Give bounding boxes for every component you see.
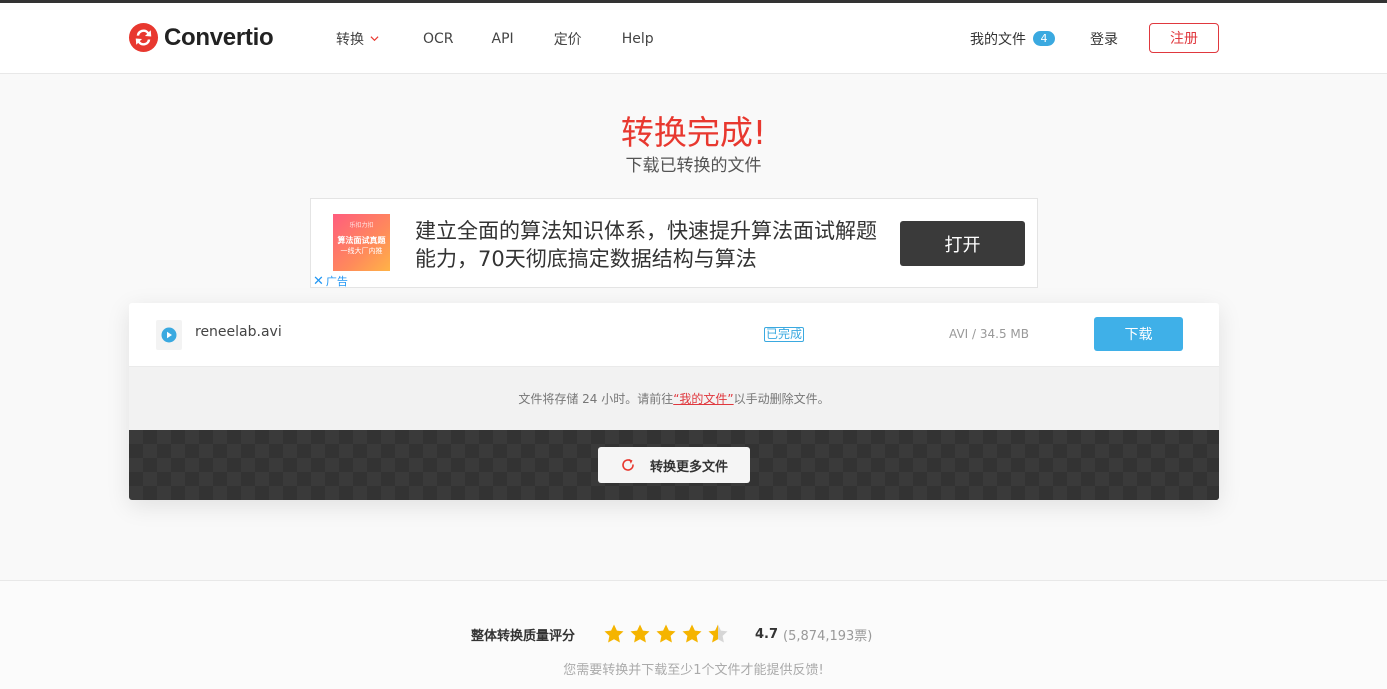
storage-note: 文件将存储 24 小时。请前往 “我的文件” 以手动删除文件。: [129, 366, 1219, 430]
convertio-logo-icon: [128, 22, 159, 53]
star-icon[interactable]: [655, 623, 677, 645]
file-name: reneelab.avi: [195, 324, 282, 340]
my-files-link[interactable]: 我的文件 4: [970, 3, 1055, 74]
rating-value: 4.7: [755, 626, 779, 642]
brand-logo[interactable]: Convertio: [128, 22, 274, 53]
star-icon[interactable]: [681, 623, 703, 645]
ad-open-button[interactable]: 打开: [900, 221, 1025, 266]
main-nav: 转换 OCR API 定价 Help: [336, 29, 654, 49]
file-count-badge: 4: [1033, 31, 1055, 46]
nav-item-ocr[interactable]: OCR: [423, 29, 454, 49]
play-icon: [161, 327, 177, 343]
refresh-icon: [622, 459, 634, 471]
rating-label: 整体转换质量评分: [471, 628, 576, 644]
rating-votes: (5,874,193票): [783, 628, 873, 644]
rating-row: 整体转换质量评分 4.7 (5,874,193票): [471, 623, 872, 645]
file-info: AVI / 34.5 MB: [949, 327, 1029, 341]
convert-more-bar: 转换更多文件: [129, 430, 1219, 500]
nav-item-api[interactable]: API: [492, 29, 514, 49]
file-type-icon: [156, 320, 182, 350]
page-title: 转换完成!: [620, 113, 767, 152]
nav-item-convert[interactable]: 转换: [336, 29, 379, 49]
ad-close[interactable]: ✕ 广告: [313, 273, 348, 289]
result-card: reneelab.avi 已完成 AVI / 34.5 MB 下载 文件将存储 …: [129, 303, 1219, 500]
page-subtitle: 下载已转换的文件: [625, 156, 762, 176]
nav-item-pricing[interactable]: 定价: [554, 29, 582, 49]
file-row: reneelab.avi 已完成 AVI / 34.5 MB 下载: [129, 303, 1219, 366]
star-icon[interactable]: [629, 623, 651, 645]
my-files-note-link[interactable]: “我的文件”: [673, 390, 733, 407]
ad-banner[interactable]: 乐扣力扣 算法面试真题 一线大厂内推 建立全面的算法知识体系，快速提升算法面试解…: [310, 198, 1038, 289]
nav-item-help[interactable]: Help: [622, 29, 654, 49]
close-icon: ✕: [313, 273, 324, 289]
ad-thumbnail[interactable]: 乐扣力扣 算法面试真题 一线大厂内推: [333, 214, 390, 271]
feedback-note: 您需要转换并下载至少1个文件才能提供反馈!: [563, 663, 824, 678]
status-badge: 已完成: [764, 327, 805, 342]
rating-stars[interactable]: [603, 623, 729, 645]
rating-section: 整体转换质量评分 4.7 (5,874,193票) 您需要转换并下载至少1个文件…: [0, 580, 1387, 689]
download-button[interactable]: 下载: [1094, 317, 1183, 351]
convert-more-button[interactable]: 转换更多文件: [598, 447, 750, 483]
site-header: Convertio 转换 OCR API 定价 Help 我的文件 4 登录 注…: [0, 3, 1387, 74]
chevron-down-icon: [370, 35, 379, 41]
star-icon[interactable]: [603, 623, 625, 645]
register-button[interactable]: 注册: [1149, 23, 1219, 53]
star-icon[interactable]: [707, 623, 729, 645]
brand-name: Convertio: [164, 23, 274, 51]
ad-text[interactable]: 建立全面的算法知识体系，快速提升算法面试解题能力，70天彻底搞定数据结构与算法: [415, 217, 885, 273]
login-link[interactable]: 登录: [1090, 3, 1118, 74]
